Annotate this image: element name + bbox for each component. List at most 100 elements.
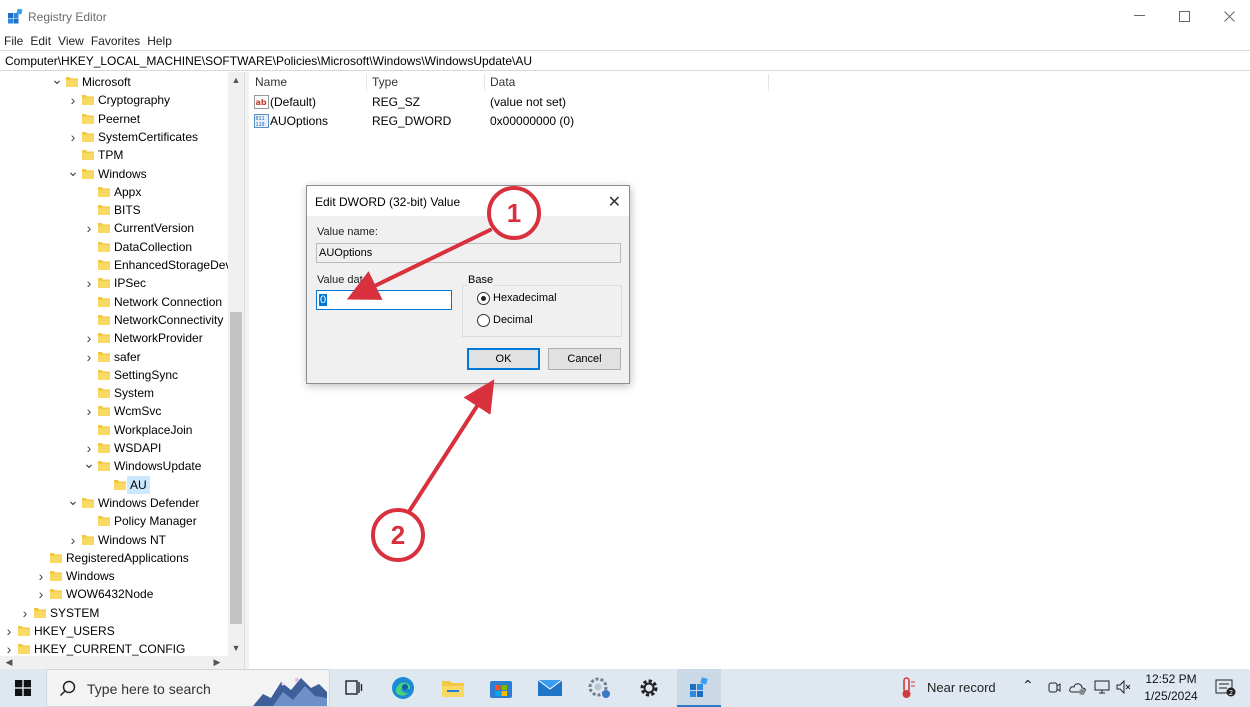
pane-splitter[interactable] <box>244 72 249 669</box>
edge-icon[interactable] <box>381 669 425 707</box>
notification-icon[interactable]: 2 <box>1214 678 1236 698</box>
tree-item[interactable]: WorkplaceJoin <box>0 421 244 439</box>
chevron-up-icon[interactable]: ⌃ <box>1022 677 1034 694</box>
settings-icon[interactable] <box>627 669 671 707</box>
hexadecimal-radio[interactable] <box>477 292 490 305</box>
tree-item[interactable]: NetworkConnectivity <box>0 311 244 329</box>
tree-item[interactable]: DataCollection <box>0 238 244 256</box>
tree-item[interactable]: EnhancedStorageDev <box>0 256 244 274</box>
tree-item[interactable]: › HKEY_USERS <box>0 622 244 640</box>
ok-button[interactable]: OK <box>467 348 540 370</box>
scroll-up-icon[interactable]: ▲ <box>228 72 244 88</box>
tree-item[interactable]: BITS <box>0 201 244 219</box>
tree-horizontal-scrollbar[interactable]: ◀ ▶ <box>0 656 244 669</box>
system-clock[interactable]: 12:52 PM 1/25/2024 <box>1138 671 1204 705</box>
menu-help[interactable]: Help <box>143 32 175 50</box>
chevron-right-icon[interactable]: › <box>19 604 31 622</box>
chevron-right-icon[interactable]: › <box>83 439 95 457</box>
chevron-down-icon[interactable]: ⌄ <box>51 72 63 91</box>
decimal-radio[interactable] <box>477 314 490 327</box>
hexadecimal-label[interactable]: Hexadecimal <box>493 292 557 304</box>
tree-item[interactable]: › safer <box>0 348 244 366</box>
scroll-left-icon[interactable]: ◀ <box>2 656 16 669</box>
scroll-right-icon[interactable]: ▶ <box>210 656 224 669</box>
volume-muted-icon[interactable] <box>1116 680 1132 694</box>
decimal-label[interactable]: Decimal <box>493 314 533 326</box>
tree-item[interactable]: › WcmSvc <box>0 402 244 420</box>
chevron-right-icon[interactable]: › <box>83 329 95 347</box>
tree-item[interactable]: › SYSTEM <box>0 604 244 622</box>
tree-item[interactable]: › WOW6432Node <box>0 585 244 603</box>
tree-item[interactable]: ⌄ Windows <box>0 164 244 183</box>
chevron-down-icon[interactable]: ⌄ <box>83 456 95 475</box>
menu-view[interactable]: View <box>54 32 87 50</box>
cancel-button[interactable]: Cancel <box>548 348 621 370</box>
maximize-icon[interactable] <box>1161 0 1207 32</box>
tree-item[interactable]: › CurrentVersion <box>0 219 244 237</box>
tree-vertical-scrollbar[interactable]: ▲ ▼ <box>228 72 244 656</box>
tree-item[interactable]: Peernet <box>0 110 244 128</box>
close-icon[interactable]: ✕ <box>608 192 621 212</box>
store-icon[interactable] <box>479 669 523 707</box>
chevron-right-icon[interactable]: › <box>67 531 79 549</box>
scroll-thumb[interactable] <box>230 312 242 624</box>
onedrive-icon[interactable] <box>1069 680 1087 696</box>
chevron-right-icon[interactable]: › <box>35 585 47 603</box>
meet-now-icon[interactable] <box>1047 680 1061 696</box>
windows-start-icon[interactable] <box>0 669 46 707</box>
registry-editor-taskbar-icon[interactable] <box>677 669 721 707</box>
menu-edit[interactable]: Edit <box>26 32 54 50</box>
chevron-right-icon[interactable]: › <box>67 91 79 109</box>
tree-item[interactable]: RegisteredApplications <box>0 549 244 567</box>
taskbar-search-box[interactable]: Type here to search <box>46 669 330 707</box>
task-view-icon[interactable] <box>331 669 375 707</box>
minimize-icon[interactable] <box>1116 0 1162 32</box>
mail-icon[interactable] <box>528 669 572 707</box>
tree-item[interactable]: ⌄ Windows Defender <box>0 493 244 512</box>
tree-item[interactable]: System <box>0 384 244 402</box>
tree-item[interactable]: › SystemCertificates <box>0 128 244 146</box>
column-header-name[interactable]: Name <box>255 73 287 91</box>
chevron-right-icon[interactable]: › <box>67 128 79 146</box>
tree-item[interactable]: ⌄ WindowsUpdate <box>0 456 244 475</box>
close-icon[interactable] <box>1206 0 1250 32</box>
file-explorer-icon[interactable] <box>431 669 475 707</box>
column-divider[interactable] <box>366 74 367 91</box>
tree-item[interactable]: SettingSync <box>0 366 244 384</box>
tree-item[interactable]: › Cryptography <box>0 91 244 109</box>
chevron-right-icon[interactable]: › <box>35 567 47 585</box>
tree-item[interactable]: › WSDAPI <box>0 439 244 457</box>
menu-favorites[interactable]: Favorites <box>87 32 143 50</box>
column-divider[interactable] <box>768 74 769 91</box>
address-bar[interactable]: Computer\HKEY_LOCAL_MACHINE\SOFTWARE\Pol… <box>0 50 1250 71</box>
tree-item[interactable]: Policy Manager <box>0 512 244 530</box>
menu-file[interactable]: File <box>0 32 26 50</box>
chevron-right-icon[interactable]: › <box>83 402 95 420</box>
value-data-input[interactable]: 0 <box>316 290 452 310</box>
tree-item[interactable]: Network Connection <box>0 293 244 311</box>
tree-item[interactable]: › NetworkProvider <box>0 329 244 347</box>
column-divider[interactable] <box>484 74 485 91</box>
network-settings-icon[interactable] <box>577 669 621 707</box>
chevron-right-icon[interactable]: › <box>83 348 95 366</box>
chevron-down-icon[interactable]: ⌄ <box>67 164 79 183</box>
scroll-down-icon[interactable]: ▼ <box>228 640 244 656</box>
weather-label[interactable]: Near record <box>927 680 996 695</box>
column-header-type[interactable]: Type <box>372 73 398 91</box>
tree-item[interactable]: › Windows NT <box>0 531 244 549</box>
chevron-down-icon[interactable]: ⌄ <box>67 493 79 512</box>
tree-item[interactable]: › IPSec <box>0 274 244 292</box>
tree-item-label: EnhancedStorageDev <box>114 258 232 272</box>
chevron-right-icon[interactable]: › <box>83 219 95 237</box>
network-icon[interactable] <box>1094 680 1110 694</box>
tree-item[interactable]: ⌄ Microsoft <box>0 72 244 91</box>
thermometer-icon[interactable] <box>898 677 918 699</box>
column-header-data[interactable]: Data <box>490 73 515 91</box>
tree-item[interactable]: AU <box>0 475 244 494</box>
chevron-right-icon[interactable]: › <box>83 274 95 292</box>
tree-item[interactable]: › Windows <box>0 567 244 585</box>
tree-item[interactable]: TPM <box>0 146 244 164</box>
title-bar: Registry Editor <box>0 0 1250 32</box>
chevron-right-icon[interactable]: › <box>3 622 15 640</box>
tree-item[interactable]: Appx <box>0 183 244 201</box>
